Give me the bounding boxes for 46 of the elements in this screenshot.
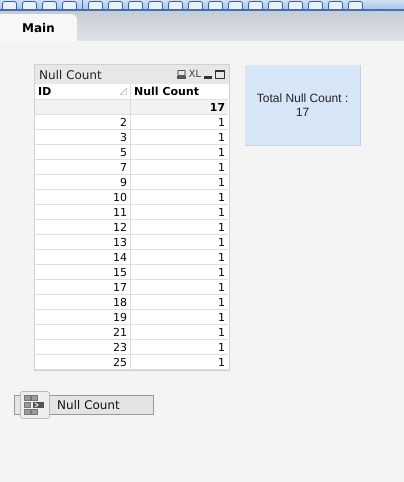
table-cell: 18 <box>35 295 131 310</box>
total-cell: 17 <box>131 100 228 115</box>
column-header[interactable]: Null Count <box>131 84 228 100</box>
tab[interactable]: Main <box>0 14 77 41</box>
text-line: Total Null Count : <box>256 91 348 105</box>
table-cell: 1 <box>131 205 228 220</box>
table-cell: 1 <box>131 325 228 340</box>
table-cell: 1 <box>131 355 228 370</box>
table-cell: 15 <box>35 265 131 280</box>
table-cell: 1 <box>131 115 228 130</box>
table-cell: 1 <box>131 160 228 175</box>
table-cell: 1 <box>131 265 228 280</box>
excel-export-button[interactable]: XL <box>188 69 201 80</box>
table-cell: 1 <box>131 190 228 205</box>
table-sum-icon <box>24 395 46 415</box>
panel-title: Null Count <box>39 68 103 82</box>
table-cell: 1 <box>131 310 228 325</box>
table-cell: 21 <box>35 325 131 340</box>
table-cell: 23 <box>35 340 131 355</box>
table-cell: 1 <box>131 220 228 235</box>
table-cell: 12 <box>35 220 131 235</box>
table-cell: 1 <box>131 295 228 310</box>
table-cell: 3 <box>35 130 131 145</box>
column-header[interactable]: ID <box>35 84 131 100</box>
sort-icon <box>120 88 127 95</box>
table-cell: 1 <box>131 130 228 145</box>
table-cell: 11 <box>35 205 131 220</box>
table-cell: 1 <box>131 340 228 355</box>
table-cell: 1 <box>131 145 228 160</box>
table-cell: 2 <box>35 115 131 130</box>
table-cell: 13 <box>35 235 131 250</box>
table-cell: 14 <box>35 250 131 265</box>
table-cell: 1 <box>131 235 228 250</box>
table-cell: 17 <box>35 280 131 295</box>
maximize-icon[interactable] <box>215 70 225 79</box>
table-cell: 10 <box>35 190 131 205</box>
table-cell: 19 <box>35 310 131 325</box>
table-cell: 1 <box>131 175 228 190</box>
printer-icon[interactable] <box>176 70 186 79</box>
table-cell: 9 <box>35 175 131 190</box>
table-cell: 7 <box>35 160 131 175</box>
table-cell: 1 <box>131 250 228 265</box>
text-line: 17 <box>294 105 310 119</box>
table-cell: 1 <box>131 280 228 295</box>
table-cell: 5 <box>35 145 131 160</box>
table-cell: 25 <box>35 355 131 370</box>
